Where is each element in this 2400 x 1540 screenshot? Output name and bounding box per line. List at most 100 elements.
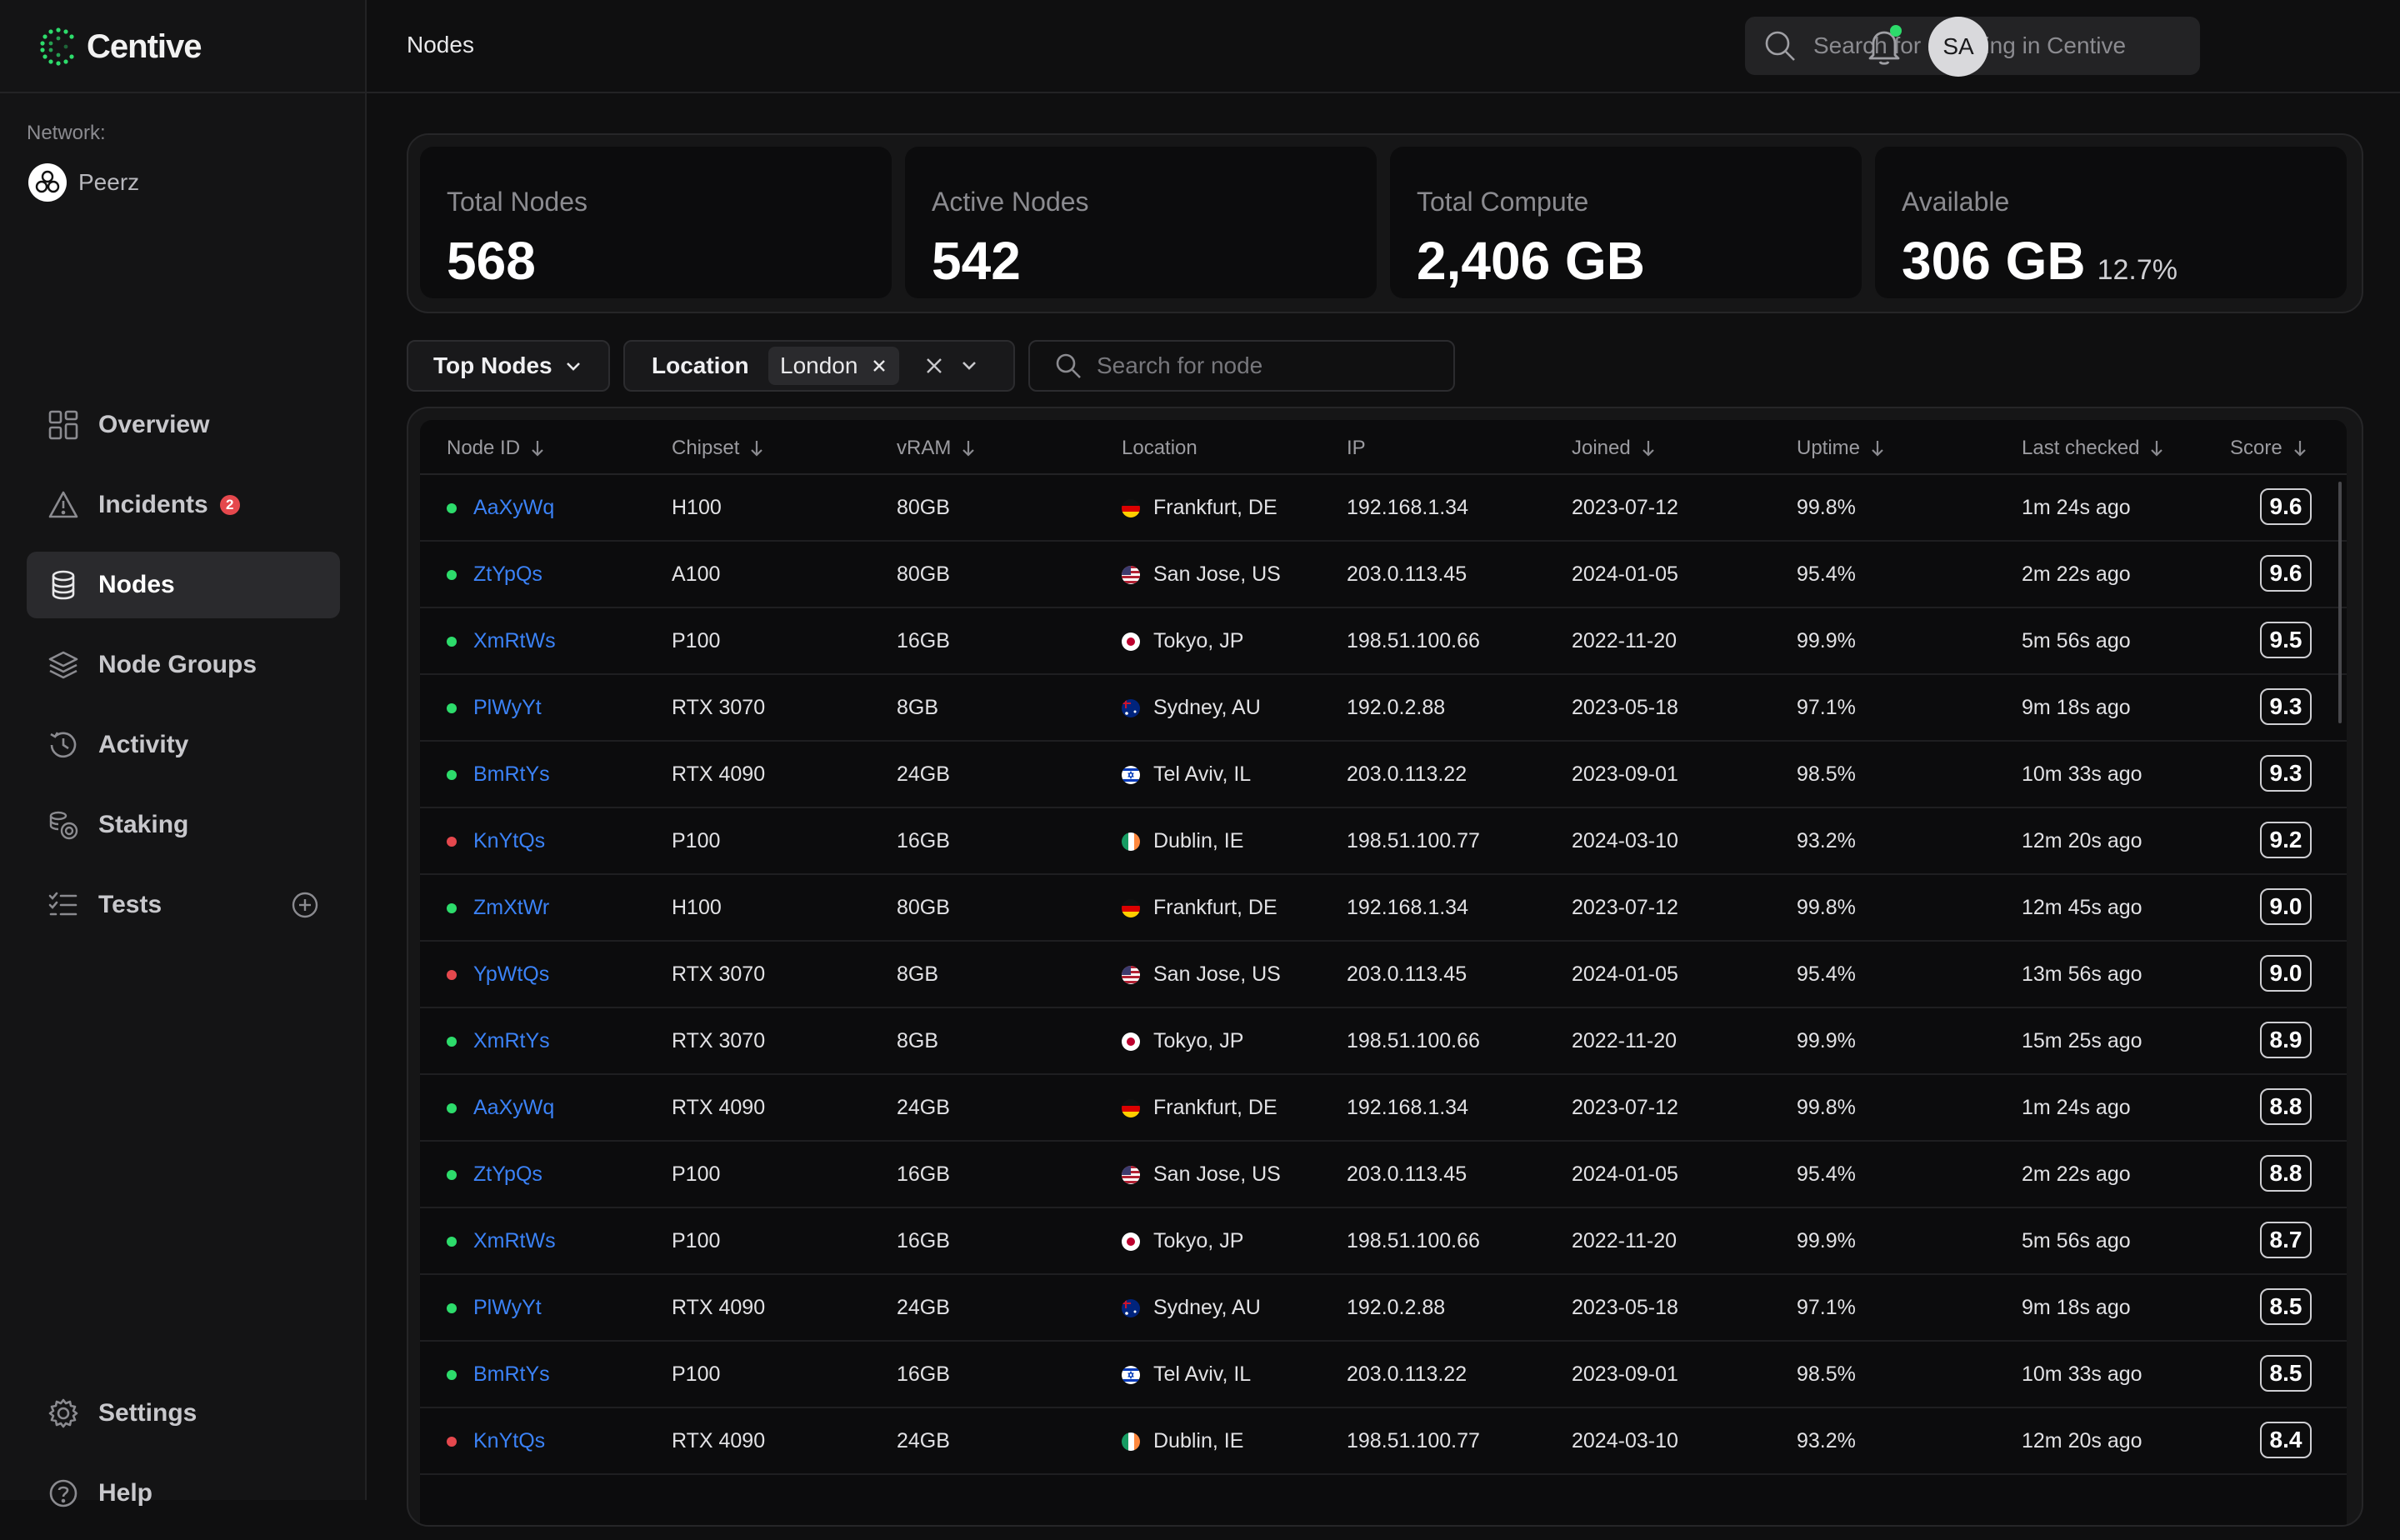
sidebar-item-staking[interactable]: Staking — [27, 792, 340, 858]
sidebar-item-label: Staking — [98, 811, 189, 838]
node-id-link[interactable]: AaXyWq — [473, 1096, 554, 1120]
node-search-input[interactable] — [1095, 352, 1448, 380]
location-cell: Sydney, AU — [1122, 1296, 1261, 1320]
table-row[interactable]: ZmXtWr H100 80GB Frankfurt, DE 192.168.1.34 2… — [420, 875, 2347, 942]
table-row[interactable]: KnYtQs RTX 4090 24GB Dublin, IE 198.51.100.7… — [420, 1408, 2347, 1475]
sidebar-item-overview[interactable]: Overview — [27, 392, 340, 458]
top-nodes-dropdown[interactable]: Top Nodes — [407, 340, 610, 392]
node-search[interactable] — [1028, 340, 1455, 392]
sidebar-divider — [0, 92, 365, 93]
uptime-cell: 93.2% — [1797, 829, 1856, 852]
chipset-cell: RTX 4090 — [672, 1296, 766, 1319]
node-id-link[interactable]: ZtYpQs — [473, 1162, 542, 1187]
sidebar-item-activity[interactable]: Activity — [27, 712, 340, 778]
column-header-label: Location — [1122, 437, 1198, 459]
sidebar-item-settings[interactable]: Settings — [27, 1380, 340, 1447]
location-chip[interactable]: London — [768, 347, 900, 385]
au-flag-icon — [1122, 699, 1140, 718]
column-header[interactable]: Last checked — [2022, 437, 2164, 460]
table-row[interactable]: XmRtWs P100 16GB Tokyo, JP 198.51.100.66 2022… — [420, 1208, 2347, 1275]
chipset-cell: P100 — [672, 1362, 721, 1386]
stat-value: 306 GB — [1902, 231, 2086, 291]
status-indicator — [447, 837, 457, 847]
stat-value: 2,406 GB — [1417, 231, 1645, 291]
uptime-cell: 97.1% — [1797, 1296, 1856, 1319]
sidebar-item-help[interactable]: Help — [27, 1460, 340, 1527]
table-row[interactable]: AaXyWq H100 80GB Frankfurt, DE 192.168.1.34 2… — [420, 475, 2347, 542]
nodes-table-panel: Node ID Chipset vRAM Location IP Joined Uptime… — [407, 407, 2363, 1527]
user-avatar[interactable]: SA — [1928, 17, 1988, 77]
chipset-cell: H100 — [672, 496, 722, 519]
history-icon — [47, 728, 80, 762]
remove-chip-icon[interactable] — [871, 358, 888, 374]
sidebar-item-nodes[interactable]: Nodes — [27, 552, 340, 618]
last-checked-cell: 12m 20s ago — [2022, 829, 2142, 852]
table-row[interactable]: ZtYpQs P100 16GB San Jose, US 203.0.113.45 20… — [420, 1142, 2347, 1208]
node-id-link[interactable]: KnYtQs — [473, 829, 545, 853]
sidebar-item-incidents[interactable]: Incidents 2 — [27, 472, 340, 538]
column-header[interactable]: IP — [1347, 437, 1366, 460]
clear-filter-icon[interactable] — [924, 356, 944, 376]
sidebar-item-tests[interactable]: Tests — [27, 872, 340, 938]
table-scrollbar[interactable] — [2338, 482, 2342, 723]
table-row[interactable]: XmRtWs P100 16GB Tokyo, JP 198.51.100.66 2022… — [420, 608, 2347, 675]
column-header-label: Chipset — [672, 437, 740, 459]
column-header[interactable]: Joined — [1572, 437, 1656, 460]
table-row[interactable]: BmRtYs P100 16GB Tel Aviv, IL 203.0.113.22 20… — [420, 1342, 2347, 1408]
brand-logo[interactable]: Centive — [38, 23, 202, 70]
node-id-link[interactable]: XmRtWs — [473, 629, 556, 653]
network-label: Network: — [27, 122, 106, 144]
column-header[interactable]: vRAM — [897, 437, 976, 460]
vram-cell: 16GB — [897, 629, 950, 652]
table-row[interactable]: PlWyYt RTX 4090 24GB Sydney, AU 192.0.2.88 20… — [420, 1275, 2347, 1342]
sidebar-item-label: Node Groups — [98, 651, 258, 678]
node-id-link[interactable]: BmRtYs — [473, 1362, 550, 1387]
column-header[interactable]: Uptime — [1797, 437, 1885, 460]
table-row[interactable]: KnYtQs P100 16GB Dublin, IE 198.51.100.77 202… — [420, 808, 2347, 875]
node-id-link[interactable]: XmRtYs — [473, 1029, 550, 1053]
help-icon — [47, 1477, 80, 1510]
stat-label: Active Nodes — [932, 187, 1089, 217]
column-header[interactable]: Chipset — [672, 437, 764, 460]
brand-name: Centive — [87, 28, 202, 65]
sidebar-nav: Overview Incidents 2 Nodes Node Groups A… — [27, 392, 340, 952]
node-id-link[interactable]: KnYtQs — [473, 1429, 545, 1453]
sort-arrow-down-icon — [2293, 441, 2306, 457]
node-id-link[interactable]: AaXyWq — [473, 496, 554, 520]
node-id-link[interactable]: PlWyYt — [473, 696, 542, 720]
column-header[interactable]: Node ID — [447, 437, 545, 460]
table-row[interactable]: YpWtQs RTX 3070 8GB San Jose, US 203.0.113.4… — [420, 942, 2347, 1008]
us-flag-icon — [1122, 1166, 1140, 1184]
gear-icon — [47, 1397, 80, 1430]
table-row[interactable]: PlWyYt RTX 3070 8GB Sydney, AU 192.0.2.88 202… — [420, 675, 2347, 742]
score-badge: 8.5 — [2260, 1355, 2312, 1392]
stats-panel: Total Nodes 568 Active Nodes 542 Total C… — [407, 133, 2363, 313]
sidebar-item-node-groups[interactable]: Node Groups — [27, 632, 340, 698]
centive-logo-icon — [40, 28, 74, 66]
last-checked-cell: 15m 25s ago — [2022, 1029, 2142, 1052]
location-filter[interactable]: Location London — [623, 340, 1015, 392]
node-id-link[interactable]: XmRtWs — [473, 1229, 556, 1253]
table-row[interactable]: XmRtYs RTX 3070 8GB Tokyo, JP 198.51.100.66 2… — [420, 1008, 2347, 1075]
chevron-down-icon[interactable] — [959, 356, 979, 376]
add-test-icon[interactable] — [290, 890, 320, 920]
column-header[interactable]: Location — [1122, 437, 1198, 460]
column-header[interactable]: Score — [2230, 437, 2308, 460]
joined-cell: 2023-09-01 — [1572, 1362, 1678, 1386]
table-row[interactable]: BmRtYs RTX 4090 24GB Tel Aviv, IL 203.0.113.… — [420, 742, 2347, 808]
table-row[interactable]: AaXyWq RTX 4090 24GB Frankfurt, DE 192.168.1… — [420, 1075, 2347, 1142]
location-text: Frankfurt, DE — [1153, 496, 1278, 519]
status-indicator — [447, 703, 457, 713]
node-id-link[interactable]: BmRtYs — [473, 762, 550, 787]
node-id-link[interactable]: YpWtQs — [473, 962, 549, 987]
last-checked-cell: 10m 33s ago — [2022, 1362, 2142, 1386]
network-selector[interactable]: Peerz — [28, 163, 139, 202]
node-id-link[interactable]: PlWyYt — [473, 1296, 542, 1320]
node-id-link[interactable]: ZmXtWr — [473, 896, 549, 920]
score-badge: 8.4 — [2260, 1422, 2312, 1458]
table-row[interactable]: ZtYpQs A100 80GB San Jose, US 203.0.113.45 20… — [420, 542, 2347, 608]
de-flag-icon — [1122, 899, 1140, 918]
column-header-label: Uptime — [1797, 437, 1861, 459]
last-checked-cell: 5m 56s ago — [2022, 1229, 2131, 1252]
node-id-link[interactable]: ZtYpQs — [473, 562, 542, 587]
